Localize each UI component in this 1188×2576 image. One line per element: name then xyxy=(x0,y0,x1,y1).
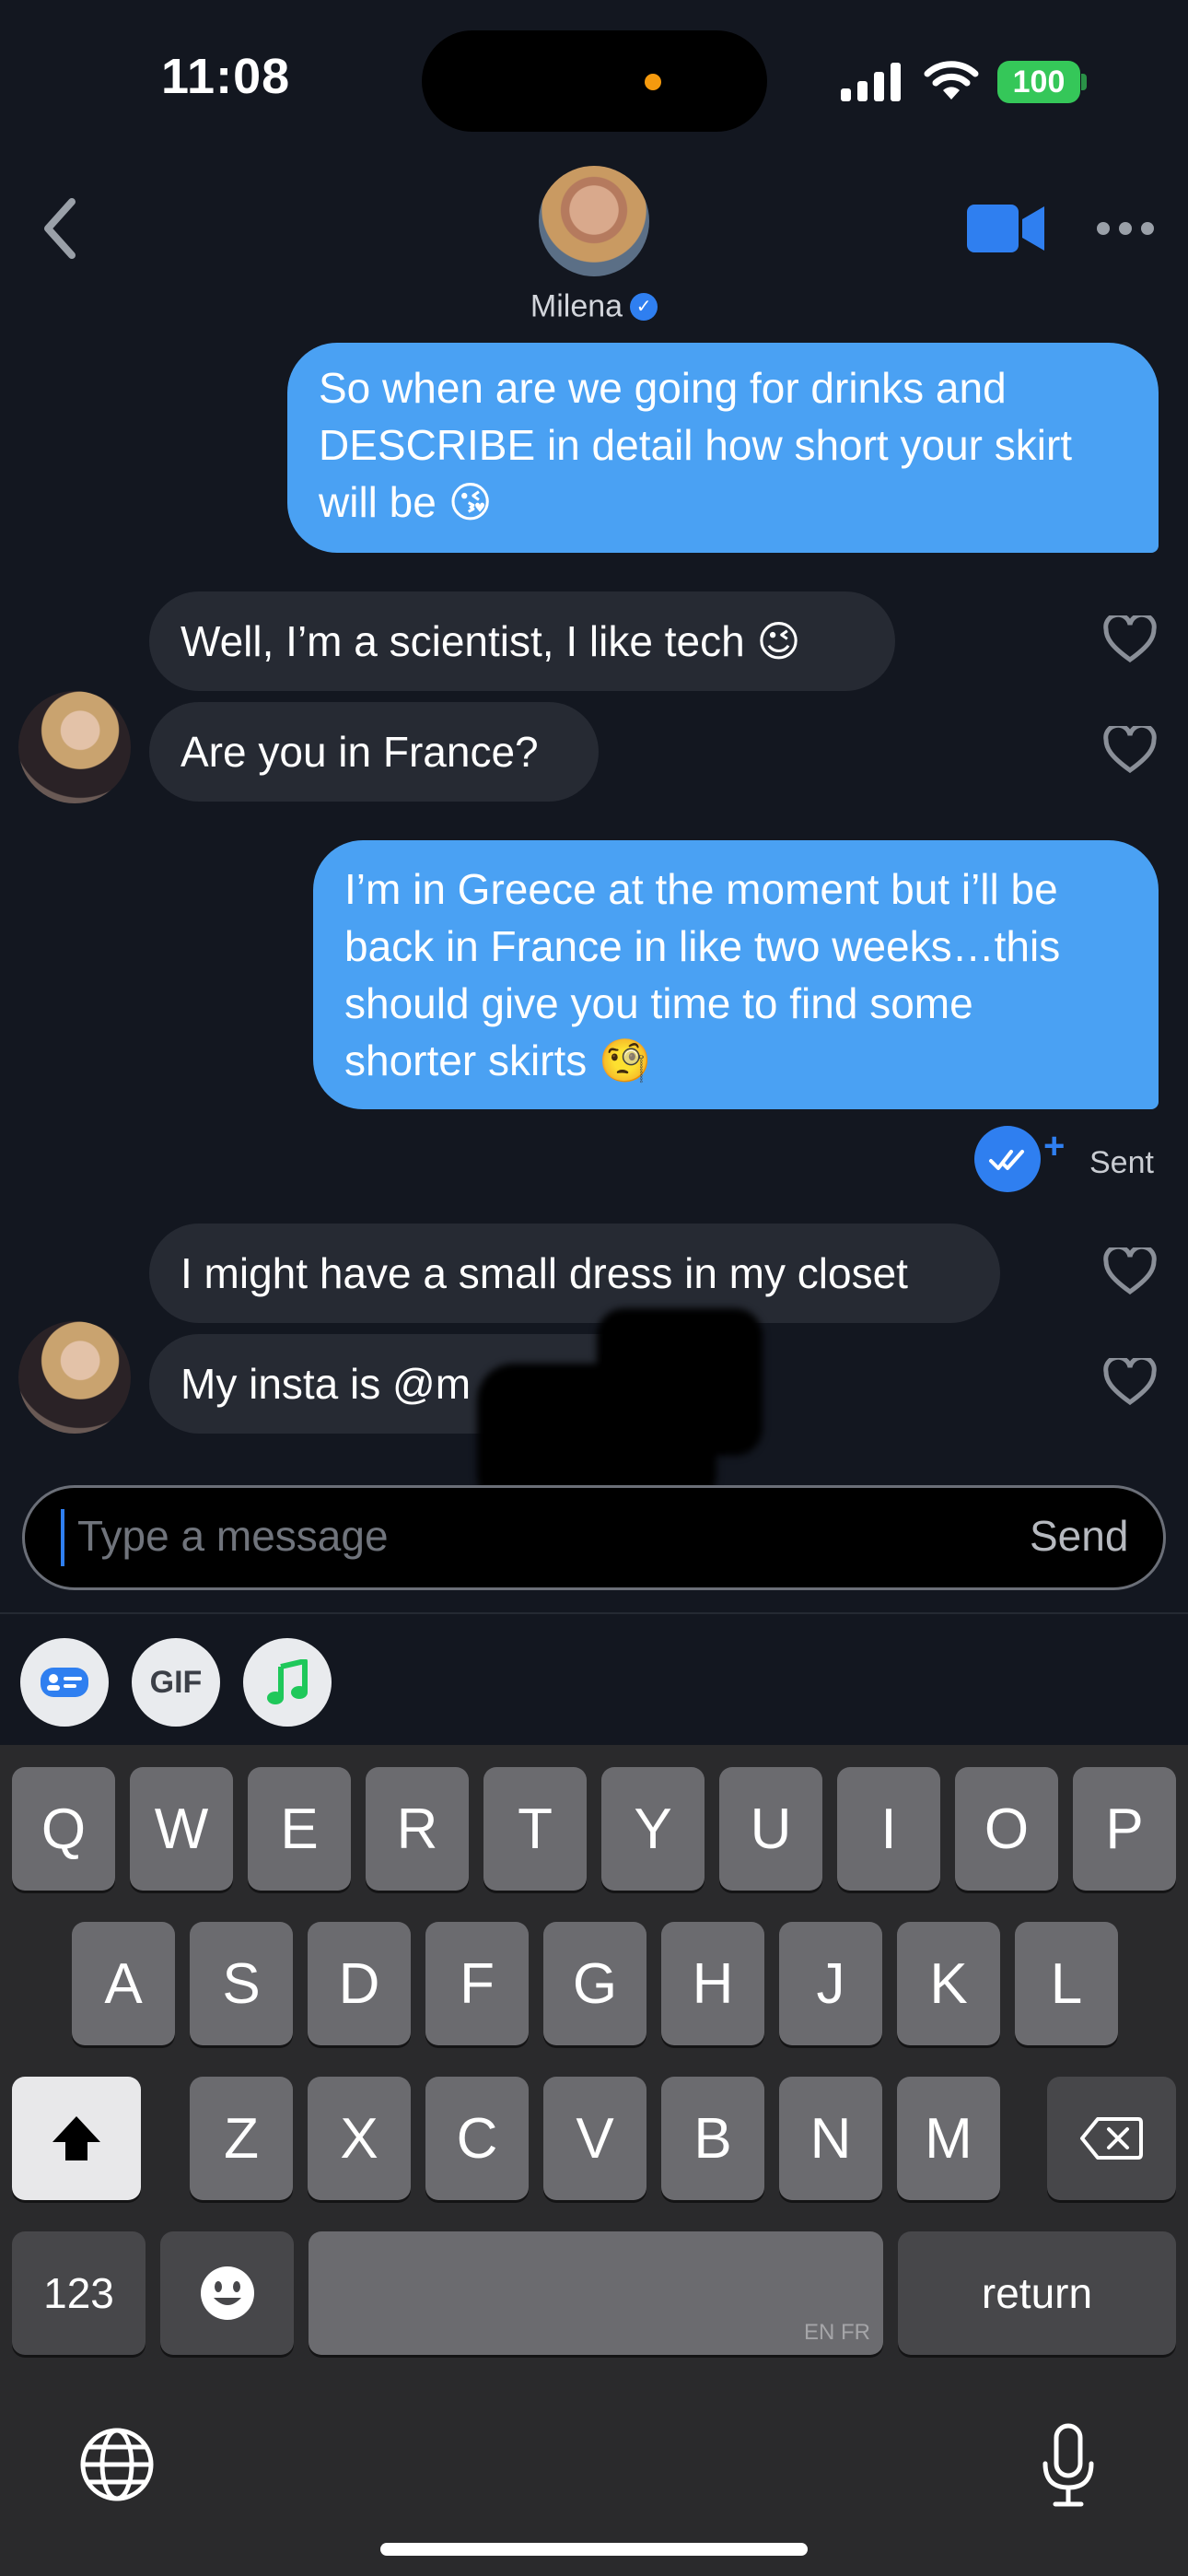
key-l[interactable]: L xyxy=(1015,1922,1118,2045)
message-line: I might have a small dress in my closet xyxy=(181,1249,908,1297)
key-z[interactable]: Z xyxy=(190,2077,293,2200)
key-s[interactable]: S xyxy=(190,1922,293,2045)
key-e[interactable]: E xyxy=(248,1767,351,1891)
message-bubble-incoming[interactable]: Well, I’m a scientist, I like tech 😉 xyxy=(149,591,895,691)
shift-key[interactable] xyxy=(12,2077,141,2200)
key-c[interactable]: C xyxy=(425,2077,529,2200)
key-j[interactable]: J xyxy=(779,1922,882,2045)
sticker-card-button[interactable] xyxy=(20,1638,109,1727)
composer-divider xyxy=(0,1612,1188,1614)
contact-avatar[interactable] xyxy=(539,166,649,276)
space-key[interactable]: EN FR xyxy=(309,2231,883,2355)
delete-key[interactable] xyxy=(1047,2077,1176,2200)
return-key[interactable]: return xyxy=(898,2231,1176,2355)
verified-badge-icon: ✓ xyxy=(630,293,658,322)
like-heart-icon[interactable] xyxy=(1103,1358,1157,1406)
like-heart-icon[interactable] xyxy=(1103,726,1157,774)
key-h[interactable]: H xyxy=(661,1922,764,2045)
home-indicator[interactable] xyxy=(380,2543,808,2556)
sent-status-label: Sent xyxy=(1089,1145,1154,1180)
key-f[interactable]: F xyxy=(425,1922,529,2045)
microphone-icon[interactable] xyxy=(1041,2423,1096,2508)
key-x[interactable]: X xyxy=(308,2077,411,2200)
more-options-icon[interactable] xyxy=(1096,221,1155,236)
id-card-icon xyxy=(41,1668,88,1697)
key-w[interactable]: W xyxy=(130,1767,233,1891)
receipt-upgrade-plus[interactable]: + xyxy=(1043,1126,1065,1167)
key-u[interactable]: U xyxy=(719,1767,822,1891)
key-r[interactable]: R xyxy=(366,1767,469,1891)
like-heart-icon[interactable] xyxy=(1103,615,1157,663)
message-bubble-outgoing[interactable]: So when are we going for drinks and DESC… xyxy=(287,343,1159,553)
dynamic-island xyxy=(422,30,767,132)
key-m[interactable]: M xyxy=(897,2077,1000,2200)
globe-icon[interactable] xyxy=(79,2427,155,2502)
message-line: back in France in like two weeks…this xyxy=(344,922,1061,970)
message-input-placeholder: Type a message xyxy=(77,1512,389,1560)
message-line: shorter skirts 🧐 xyxy=(344,1036,652,1084)
space-language-label: EN FR xyxy=(804,2320,870,2345)
send-button[interactable]: Send xyxy=(1030,1511,1128,1561)
status-time: 11:08 xyxy=(161,49,291,104)
wifi-icon xyxy=(924,61,979,100)
key-i[interactable]: I xyxy=(837,1767,940,1891)
music-button[interactable] xyxy=(243,1638,332,1727)
emoji-face-icon xyxy=(200,2266,254,2320)
gif-label: GIF xyxy=(149,1664,203,1700)
key-d[interactable]: D xyxy=(308,1922,411,2045)
numbers-key[interactable]: 123 xyxy=(12,2231,146,2355)
message-bubble-incoming[interactable]: I might have a small dress in my closet xyxy=(149,1224,1000,1323)
message-line: Are you in France? xyxy=(181,728,539,776)
music-note-icon xyxy=(267,1659,308,1704)
read-receipt-icon xyxy=(974,1126,1041,1192)
key-b[interactable]: B xyxy=(661,2077,764,2200)
backspace-icon xyxy=(1080,2117,1143,2160)
message-line: I’m in Greece at the moment but i’ll be xyxy=(344,865,1058,913)
text-caret xyxy=(61,1509,64,1566)
contact-name[interactable]: Milena ✓ xyxy=(0,287,1188,325)
key-k[interactable]: K xyxy=(897,1922,1000,2045)
key-a[interactable]: A xyxy=(72,1922,175,2045)
message-line: Well, I’m a scientist, I like tech 😉 xyxy=(181,617,801,665)
like-heart-icon[interactable] xyxy=(1103,1247,1157,1295)
emoji-key[interactable] xyxy=(160,2231,294,2355)
message-bubble-outgoing[interactable]: I’m in Greece at the moment but i’ll be … xyxy=(313,840,1159,1109)
key-o[interactable]: O xyxy=(955,1767,1058,1891)
back-chevron-icon[interactable] xyxy=(41,198,77,259)
message-line: So when are we going for drinks and xyxy=(319,364,1007,412)
shift-arrow-icon xyxy=(52,2116,100,2160)
key-p[interactable]: P xyxy=(1073,1767,1176,1891)
sender-avatar[interactable] xyxy=(18,691,131,803)
message-bubble-incoming[interactable]: Are you in France? xyxy=(149,702,599,802)
key-g[interactable]: G xyxy=(543,1922,646,2045)
camera-indicator-dot xyxy=(645,74,661,90)
message-line: will be 😘 xyxy=(319,478,493,526)
key-n[interactable]: N xyxy=(779,2077,882,2200)
key-t[interactable]: T xyxy=(483,1767,587,1891)
battery-tip xyxy=(1081,74,1087,90)
key-v[interactable]: V xyxy=(543,2077,646,2200)
sender-avatar[interactable] xyxy=(18,1321,131,1434)
key-q[interactable]: Q xyxy=(12,1767,115,1891)
message-line: should give you time to find some xyxy=(344,979,973,1027)
message-line: DESCRIBE in detail how short your skirt xyxy=(319,421,1073,469)
key-y[interactable]: Y xyxy=(601,1767,705,1891)
cellular-signal-icon xyxy=(841,63,901,101)
contact-name-text: Milena xyxy=(530,288,623,324)
battery-indicator: 100 xyxy=(997,61,1080,103)
video-call-icon[interactable] xyxy=(967,203,1044,254)
gif-button[interactable]: GIF xyxy=(132,1638,220,1727)
